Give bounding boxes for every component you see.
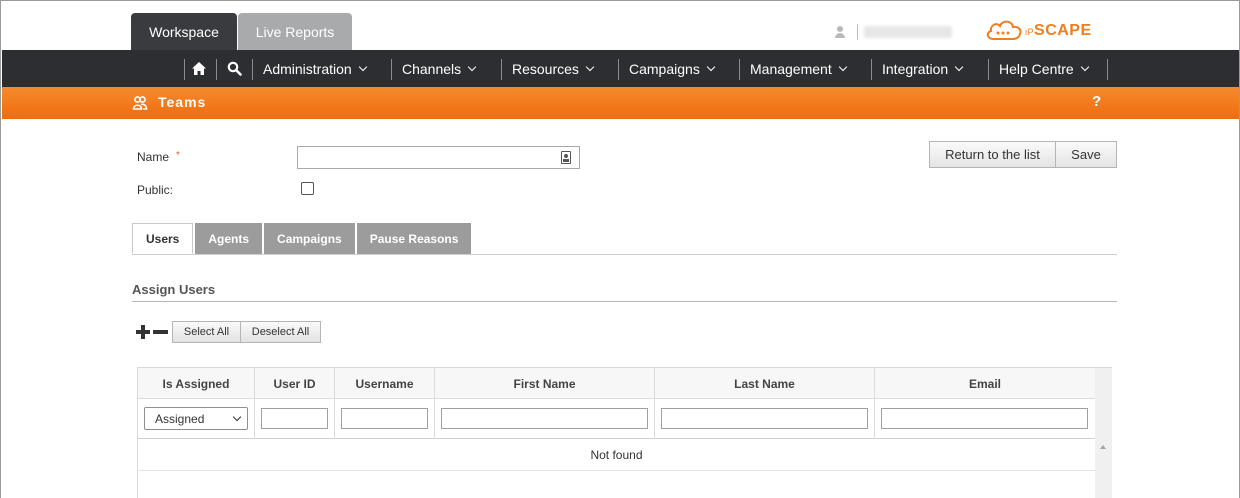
public-label: Public: — [137, 183, 174, 197]
page-header: Teams ? — [2, 87, 1239, 119]
nav-separator — [618, 59, 619, 80]
deselect-all-button[interactable]: Deselect All — [241, 321, 321, 343]
search-button[interactable] — [227, 50, 242, 87]
chevron-down-icon — [1080, 62, 1089, 71]
chevron-down-icon — [838, 62, 847, 71]
teams-icon — [132, 96, 148, 110]
filter-cell — [335, 399, 435, 439]
save-button[interactable]: Save — [1056, 141, 1117, 168]
tab-workspace[interactable]: Workspace — [131, 13, 237, 50]
user-id-filter-input[interactable] — [261, 408, 328, 429]
nav-separator — [184, 59, 185, 80]
filter-cell: Assigned — [138, 399, 255, 439]
tab-pause-reasons[interactable]: Pause Reasons — [356, 223, 472, 254]
scroll-up-icon[interactable] — [1100, 445, 1106, 449]
search-icon — [227, 61, 242, 76]
name-label: Name — [137, 150, 170, 164]
filter-cell — [875, 399, 1095, 439]
home-icon — [192, 62, 206, 75]
remove-icon[interactable] — [153, 325, 168, 339]
nav-integration[interactable]: Integration — [882, 50, 964, 87]
nav-help-centre[interactable]: Help Centre — [999, 50, 1089, 87]
empty-message: Not found — [138, 440, 1095, 471]
chevron-down-icon — [232, 412, 242, 422]
nav-separator — [739, 59, 740, 80]
grid-scrollbar[interactable] — [1095, 368, 1112, 498]
nav-separator — [391, 59, 392, 80]
email-filter-input[interactable] — [881, 408, 1088, 429]
filter-cell — [435, 399, 655, 439]
nav-resources[interactable]: Resources — [512, 50, 595, 87]
tab-users[interactable]: Users — [132, 223, 194, 254]
nav-administration[interactable]: Administration — [263, 50, 367, 87]
nav-channels[interactable]: Channels — [402, 50, 477, 87]
name-input[interactable] — [297, 146, 580, 169]
column-header[interactable]: Last Name — [655, 368, 875, 399]
nav-campaigns[interactable]: Campaigns — [629, 50, 716, 87]
last-name-filter-input[interactable] — [661, 408, 868, 429]
assigned-filter-select[interactable]: Assigned — [144, 407, 248, 430]
select-all-button[interactable]: Select All — [172, 321, 241, 343]
column-header[interactable]: Is Assigned — [138, 368, 255, 399]
tabs-divider — [132, 254, 1117, 255]
nav-separator — [988, 59, 989, 80]
ipscape-logo: iPSCAPE — [985, 15, 1101, 47]
users-grid: Is Assigned User ID Username First Name … — [137, 367, 1112, 498]
filter-cell — [255, 399, 335, 439]
column-header[interactable]: User ID — [255, 368, 335, 399]
page-title: Teams — [158, 94, 207, 110]
filter-row: Assigned — [138, 399, 1095, 439]
section-title: Assign Users — [132, 282, 216, 297]
form-actions: Return to the list Save — [929, 141, 1117, 168]
nav-separator — [252, 59, 253, 80]
filter-cell — [655, 399, 875, 439]
column-header[interactable]: Email — [875, 368, 1095, 399]
chevron-down-icon — [706, 62, 716, 71]
user-separator — [857, 24, 858, 40]
first-name-filter-input[interactable] — [441, 408, 648, 429]
column-header[interactable]: Username — [335, 368, 435, 399]
home-button[interactable] — [191, 50, 207, 87]
required-marker: * — [176, 150, 180, 161]
user-icon — [833, 25, 847, 39]
chevron-down-icon — [467, 62, 477, 71]
top-tabs: Workspace Live Reports — [131, 13, 353, 50]
chevron-down-icon — [954, 62, 964, 71]
section-divider — [132, 301, 1117, 302]
nav-separator — [871, 59, 872, 80]
user-name: ipscape_user — [864, 26, 952, 38]
chevron-down-icon — [585, 62, 595, 71]
selection-buttons: Select All Deselect All — [172, 321, 321, 343]
help-icon[interactable]: ? — [1092, 93, 1101, 110]
logo-text: iPSCAPE — [1025, 22, 1092, 39]
nav-separator — [501, 59, 502, 80]
public-checkbox[interactable] — [301, 182, 314, 195]
nav-separator — [1107, 59, 1108, 80]
chevron-down-icon — [358, 62, 367, 71]
cloud-logo-icon — [986, 20, 1022, 40]
nav-management[interactable]: Management — [750, 50, 847, 87]
user-area[interactable]: ipscape_user — [833, 23, 952, 41]
tab-live-reports[interactable]: Live Reports — [238, 13, 352, 50]
tab-campaigns[interactable]: Campaigns — [264, 223, 355, 254]
contact-card-icon[interactable] — [561, 151, 571, 164]
column-header[interactable]: First Name — [435, 368, 655, 399]
tab-agents[interactable]: Agents — [195, 223, 263, 254]
add-icon[interactable] — [136, 325, 150, 339]
app-frame: Workspace Live Reports ipscape_user iPSC… — [0, 0, 1240, 498]
nav-separator — [216, 59, 217, 80]
username-filter-input[interactable] — [341, 408, 428, 429]
return-to-list-button[interactable]: Return to the list — [929, 141, 1056, 168]
team-tabs: Users Agents Campaigns Pause Reasons — [132, 223, 473, 254]
main-nav: Administration Channels Resources Campai… — [2, 50, 1239, 87]
grid-header: Is Assigned User ID Username First Name … — [138, 368, 1095, 399]
